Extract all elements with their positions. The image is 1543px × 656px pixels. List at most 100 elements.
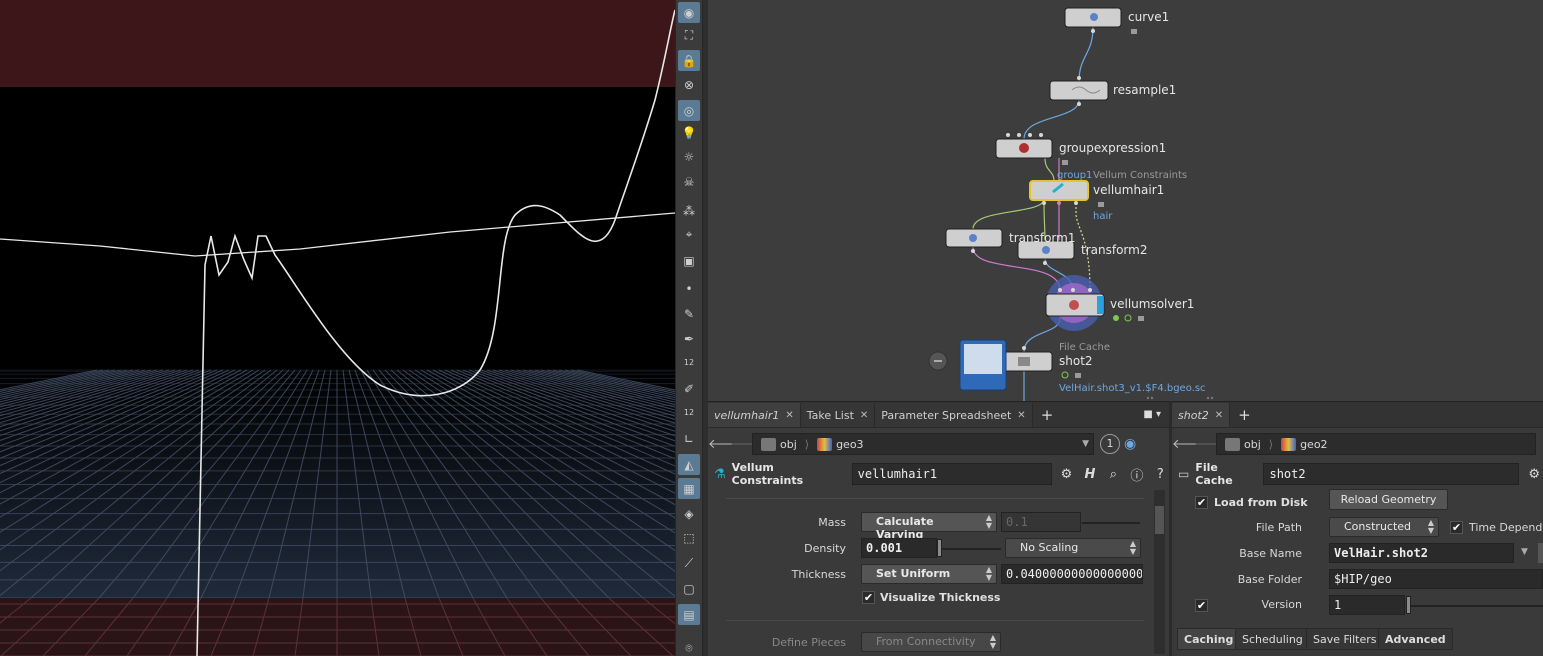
network-icon [761, 437, 776, 451]
image-icon[interactable]: ▤ [678, 604, 700, 625]
wand-icon[interactable]: ⟋ [678, 553, 700, 574]
close-icon[interactable]: ✕ [1215, 410, 1223, 421]
search-icon[interactable]: ⌕ [1105, 465, 1122, 483]
pin-icon[interactable]: ⌾ [678, 638, 700, 656]
mass-slider[interactable] [1082, 522, 1140, 524]
light-icon[interactable]: 💡 [678, 122, 700, 143]
point-icon[interactable]: • [678, 278, 700, 299]
pen-icon[interactable]: ✒ [678, 328, 700, 349]
forward-arrow-icon[interactable]: 🡒 [730, 436, 765, 452]
headlight-icon[interactable]: ☼ [678, 146, 700, 167]
close-icon[interactable]: ✕ [860, 410, 868, 421]
base-name-field[interactable]: VelHair.shot2 [1329, 543, 1514, 563]
display-number-icon-2[interactable]: 12 [678, 402, 700, 423]
gear-icon[interactable]: ⚙ [1058, 465, 1075, 483]
scrollbar[interactable] [1154, 490, 1165, 654]
crumb-obj[interactable]: obj [1221, 437, 1265, 451]
mass-value-field[interactable]: 0.1 [1001, 512, 1081, 532]
display-options-icon[interactable]: ⛶ [678, 25, 700, 46]
cube-icon[interactable]: ⬚ [678, 527, 700, 548]
node-transform1[interactable]: transform1 [1009, 231, 1075, 245]
gear-icon[interactable]: ⚙ [1525, 465, 1543, 483]
tab-caching[interactable]: Caching [1177, 628, 1241, 650]
paint-icon[interactable]: ✐ [678, 378, 700, 399]
time-dependent-checkbox[interactable]: ✔ [1450, 521, 1463, 534]
tab-parameter-spreadsheet[interactable]: Parameter Spreadsheet ✕ [875, 403, 1033, 427]
density-slider[interactable] [939, 548, 1001, 550]
density-scaling-menu[interactable]: No Scaling ▲ ▼ [1005, 538, 1141, 558]
chevron-down-icon[interactable]: ▼ [1082, 439, 1089, 449]
lock-icon[interactable]: 🔒 [678, 50, 700, 71]
box-icon[interactable]: ▢ [678, 578, 700, 599]
snap-icon[interactable]: ◎ [678, 100, 700, 121]
base-folder-field[interactable]: $HIP/geo [1329, 569, 1543, 589]
link-icon[interactable]: ◉ [1124, 435, 1142, 453]
tab-scheduling[interactable]: Scheduling [1235, 628, 1310, 650]
help-icon[interactable]: ? [1152, 465, 1169, 483]
breadcrumb[interactable]: obj ⟩ geo3 ▼ [752, 433, 1094, 455]
tab-save-filters[interactable]: Save Filters [1306, 628, 1384, 650]
node-curve1[interactable]: curve1 [1128, 10, 1169, 24]
node-name-field[interactable]: shot2 [1263, 463, 1520, 485]
tab-take-list[interactable]: Take List ✕ [800, 403, 876, 427]
node-vellumsolver1[interactable]: vellumsolver1 [1110, 297, 1194, 311]
crumb-obj[interactable]: obj [757, 437, 801, 451]
back-arrow-icon[interactable]: 🡐 [1172, 436, 1207, 452]
parameter-header: ▭ File Cache shot2 ⚙ [1172, 460, 1543, 488]
node-type-label: Vellum Constraints [731, 461, 804, 487]
define-pieces-menu[interactable]: From Connectivity ▲ ▼ [861, 632, 1001, 652]
layers-icon[interactable]: ◈ [678, 503, 700, 524]
pin-badge[interactable]: 1 [1100, 434, 1120, 454]
tab-vellumhair1[interactable]: vellumhair1 ✕ [708, 403, 801, 427]
reload-geometry-button[interactable]: Reload Geometry [1329, 489, 1448, 510]
add-tab-icon[interactable]: + [1230, 403, 1259, 427]
chevron-down-icon[interactable]: ▼ [1521, 547, 1528, 557]
node-shot2[interactable]: shot2 [1059, 354, 1093, 368]
backdrop-red-band [0, 0, 675, 87]
load-from-disk-checkbox[interactable]: ✔ [1195, 496, 1208, 509]
node-groupexpression1[interactable]: groupexpression1 [1059, 141, 1166, 155]
back-arrow-icon[interactable]: 🡐 [708, 436, 743, 452]
thickness-value-field[interactable]: 0.0400000000000000001 [1001, 564, 1143, 584]
group-icon[interactable]: ⁂ [678, 200, 700, 221]
node-resample1[interactable]: resample1 [1113, 83, 1176, 97]
node-vellumhair1[interactable]: vellumhair1 [1093, 183, 1164, 197]
version-slider[interactable] [1408, 605, 1543, 607]
thickness-mode-menu[interactable]: Set Uniform ▲ ▼ [861, 564, 997, 584]
density-field[interactable]: 0.001 [861, 538, 937, 558]
version-slider-handle[interactable] [1406, 596, 1411, 614]
add-tab-icon[interactable]: + [1033, 403, 1062, 427]
breadcrumb[interactable]: obj ⟩ geo2 [1216, 433, 1536, 455]
node-transform2[interactable]: transform2 [1081, 243, 1147, 257]
mass-mode-menu[interactable]: Calculate Varying ▲ ▼ [861, 512, 997, 541]
brush-icon[interactable]: ✎ [678, 303, 700, 324]
tab-shot2[interactable]: shot2 ✕ [1172, 403, 1231, 427]
parameter-pane-vellumhair: vellumhair1 ✕ Take List ✕ Parameter Spre… [708, 401, 1169, 656]
camera-menu-icon[interactable]: ▣ [678, 250, 700, 271]
grid-icon[interactable]: ▦ [678, 478, 700, 499]
crumb-geo2[interactable]: geo2 [1277, 437, 1331, 451]
pane-menu-icon[interactable]: ■ ▾ [1135, 403, 1169, 427]
tab-advanced[interactable]: Advanced [1378, 628, 1453, 650]
network-editor[interactable]: curve1 resample1 groupexpression1 group1… [708, 0, 1543, 401]
skull-icon[interactable]: ☠ [678, 171, 700, 192]
node-name-field[interactable]: vellumhair1 [851, 463, 1052, 485]
viewport[interactable] [0, 0, 675, 656]
camera-icon[interactable]: ⌖ [678, 224, 700, 245]
help-h-icon[interactable]: H [1081, 465, 1098, 483]
info-icon[interactable]: ⓘ [1128, 465, 1145, 484]
forward-arrow-icon[interactable]: 🡒 [1194, 436, 1229, 452]
crumb-geo3[interactable]: geo3 [813, 437, 867, 451]
tab-bar: shot2 ✕ + [1172, 402, 1543, 428]
version-field[interactable]: 1 [1329, 595, 1405, 615]
density-slider-handle[interactable] [937, 539, 942, 557]
normals-icon[interactable]: ◭ [678, 454, 700, 475]
close-icon[interactable]: ✕ [785, 410, 793, 421]
close-icon[interactable]: ✕ [1017, 410, 1025, 421]
visualize-thickness-checkbox[interactable]: ✔ [862, 591, 875, 604]
angle-icon[interactable]: ∟ [678, 428, 700, 449]
display-number-icon[interactable]: 12 [678, 352, 700, 373]
file-path-menu[interactable]: Constructed ▲ ▼ [1329, 517, 1439, 537]
view-icon[interactable]: ◉ [678, 2, 700, 23]
x-ray-icon[interactable]: ⊗ [678, 74, 700, 95]
